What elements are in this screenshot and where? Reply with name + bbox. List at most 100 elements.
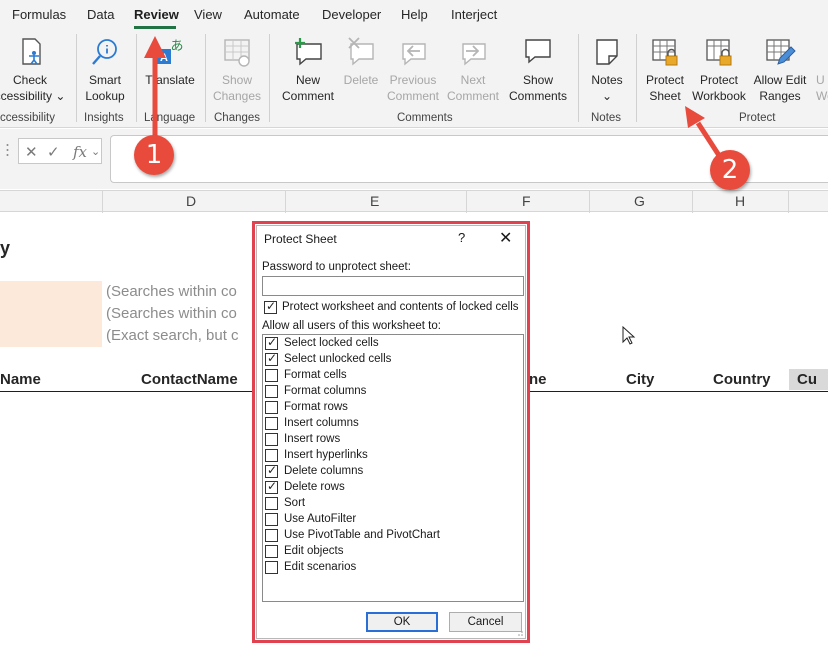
column-divider	[589, 191, 590, 213]
tab-automate[interactable]: Automate	[244, 7, 300, 22]
chevron-down-icon[interactable]: ⌄	[91, 145, 100, 158]
drag-handle-icon[interactable]	[6, 143, 9, 157]
show-comments-icon	[525, 39, 551, 64]
permission-insert-columns[interactable]: Insert columns	[263, 416, 518, 432]
tab-help[interactable]: Help	[401, 7, 428, 22]
header-partial[interactable]: ne	[529, 371, 547, 388]
permission-edit-objects[interactable]: Edit objects	[263, 544, 518, 560]
tab-view[interactable]: View	[194, 7, 222, 22]
delete-comment-icon	[348, 37, 374, 66]
permission-insert-rows[interactable]: Insert rows	[263, 432, 518, 448]
permission-delete-rows[interactable]: ✓ Delete rows	[263, 479, 518, 496]
tab-data[interactable]: Data	[87, 7, 114, 22]
accessibility-icon	[22, 38, 41, 65]
cancel-icon[interactable]: ✕	[25, 143, 38, 161]
column-header-f[interactable]: F	[522, 193, 531, 209]
active-tab-indicator	[134, 26, 176, 29]
delete-comment-button[interactable]: Delete	[340, 36, 382, 88]
header-contactname[interactable]: ContactName	[141, 371, 238, 388]
show-comments-button[interactable]: Show Comments	[506, 36, 570, 104]
allow-users-label: Allow all users of this worksheet to:	[262, 320, 441, 332]
show-changes-button[interactable]: Show Changes	[210, 36, 264, 104]
group-changes: Changes	[214, 112, 261, 124]
unshare-workbook-button[interactable]: U Wo	[816, 72, 828, 104]
permission-select-unlocked[interactable]: ✓ Select unlocked cells	[263, 351, 518, 368]
checkbox[interactable]	[265, 385, 278, 398]
header-name[interactable]: Name	[0, 371, 41, 388]
header-country[interactable]: Country	[713, 371, 771, 388]
checkbox[interactable]	[265, 369, 278, 382]
svg-text:あ: あ	[170, 39, 183, 54]
column-header-h[interactable]: H	[735, 193, 745, 209]
column-header-g[interactable]: G	[634, 193, 645, 209]
checkbox[interactable]: ✓	[265, 463, 278, 478]
protect-workbook-button[interactable]: Protect Workbook	[690, 36, 748, 104]
permission-format-cells[interactable]: Format cells	[263, 368, 518, 384]
checkbox[interactable]	[265, 449, 278, 462]
protect-workbook-icon	[706, 39, 732, 66]
checkbox[interactable]: ✓	[265, 479, 278, 494]
column-header-e[interactable]: E	[370, 193, 379, 209]
separator	[636, 34, 637, 122]
checkbox[interactable]	[265, 513, 278, 526]
checkbox[interactable]	[265, 433, 278, 446]
group-comments: Comments	[397, 112, 453, 124]
password-field[interactable]	[262, 276, 524, 296]
notes-button[interactable]: Notes ⌄	[584, 36, 630, 104]
ok-button[interactable]: OK	[366, 612, 438, 632]
column-header-d[interactable]: D	[186, 193, 196, 209]
permission-autofilter[interactable]: Use AutoFilter	[263, 512, 518, 528]
search-input-cells[interactable]	[0, 281, 102, 347]
permission-format-rows[interactable]: Format rows	[263, 400, 518, 416]
check-accessibility-button[interactable]: Check ccessibility ⌄	[0, 36, 66, 104]
smart-lookup-button[interactable]: Smart Lookup	[80, 36, 130, 104]
checkbox[interactable]: ✓	[265, 351, 278, 366]
checkbox[interactable]	[265, 401, 278, 414]
checkbox[interactable]	[265, 561, 278, 574]
checkbox[interactable]	[265, 545, 278, 558]
checkmark-icon: ✓	[267, 463, 278, 477]
protect-contents-checkbox[interactable]: ✓	[264, 299, 277, 314]
permission-sort[interactable]: Sort	[263, 496, 518, 512]
show-changes-icon	[224, 39, 250, 67]
search-hint: (Exact search, but c	[106, 327, 239, 344]
insert-function-icon[interactable]: fx	[73, 143, 87, 161]
checkbox[interactable]: ✓	[265, 335, 278, 350]
tab-developer[interactable]: Developer	[322, 7, 381, 22]
translate-button[interactable]: A あ Translate	[142, 36, 198, 88]
enter-icon[interactable]: ✓	[47, 143, 60, 161]
cancel-button[interactable]: Cancel	[449, 612, 522, 632]
menu-bar: Formulas Data Review View Automate Devel…	[0, 0, 828, 30]
checkmark-icon: ✓	[267, 335, 278, 349]
allow-edit-ranges-button[interactable]: Allow Edit Ranges	[750, 36, 810, 104]
tab-interject[interactable]: Interject	[451, 7, 497, 22]
notes-label: Notes	[591, 73, 623, 87]
new-comment-button[interactable]: New Comment	[276, 36, 340, 104]
permissions-list[interactable]: ✓ Select locked cells ✓ Select unlocked …	[262, 334, 524, 602]
permission-insert-hyperlinks[interactable]: Insert hyperlinks	[263, 448, 518, 464]
resize-grip-icon[interactable]	[515, 628, 523, 636]
checkbox[interactable]	[265, 417, 278, 430]
protect-sheet-button[interactable]: Protect Sheet	[640, 36, 690, 104]
checkbox[interactable]	[265, 529, 278, 542]
previous-comment-icon	[402, 43, 426, 66]
next-comment-button[interactable]: Next Comment	[444, 36, 502, 104]
tab-review[interactable]: Review	[134, 7, 179, 22]
permission-pivottable[interactable]: Use PivotTable and PivotChart	[263, 528, 518, 544]
permission-delete-columns[interactable]: ✓ Delete columns	[263, 463, 518, 480]
close-icon[interactable]: ✕	[499, 228, 512, 248]
permission-select-locked[interactable]: ✓ Select locked cells	[263, 335, 518, 352]
permission-label: Delete rows	[284, 481, 345, 493]
separator	[76, 34, 77, 122]
previous-comment-button[interactable]: Previous Comment	[384, 36, 442, 104]
comments-label: Comments	[508, 89, 567, 103]
permission-edit-scenarios[interactable]: Edit scenarios	[263, 560, 518, 576]
checkbox[interactable]	[265, 497, 278, 510]
header-cut-off[interactable]: Cu	[789, 369, 828, 390]
header-city[interactable]: City	[626, 371, 654, 388]
tab-formulas[interactable]: Formulas	[12, 7, 66, 22]
help-button[interactable]: ?	[458, 230, 465, 245]
permission-format-columns[interactable]: Format columns	[263, 384, 518, 400]
chevron-down-icon: ⌄	[55, 89, 66, 103]
permission-label: Edit scenarios	[284, 561, 357, 573]
